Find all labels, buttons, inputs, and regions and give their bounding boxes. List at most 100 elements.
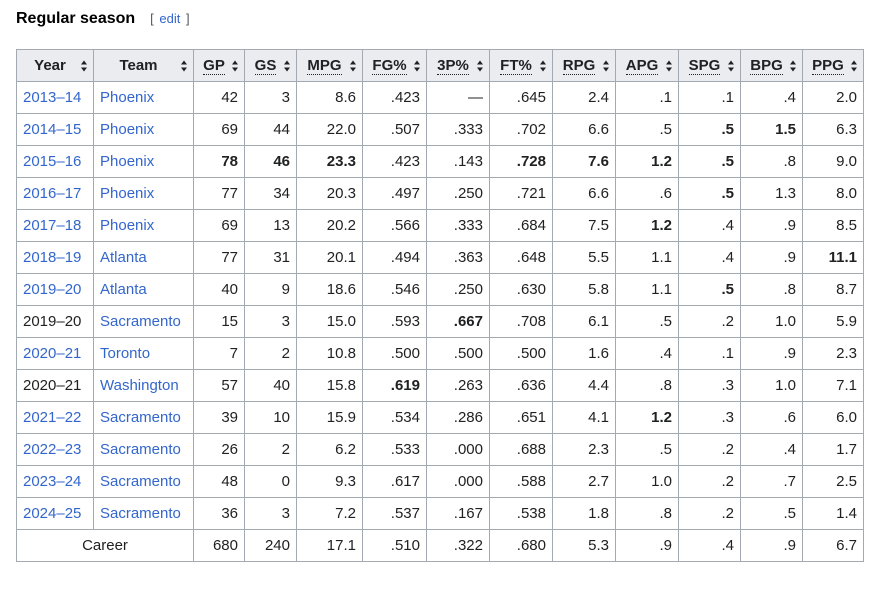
stat-cell-rpg: 2.4 [552, 81, 616, 114]
stat-cell-gs: 3 [244, 81, 297, 114]
season-year-cell[interactable]: 2024–25 [16, 497, 94, 530]
stat-cell-gs: 34 [244, 177, 297, 210]
section-title: Regular season [16, 10, 136, 27]
table-row: 2018–19 Atlanta 77 31 20.1.494.363.648 5.5 1.1… [16, 241, 864, 274]
sort-arrows-icon[interactable] [477, 60, 483, 71]
team-cell[interactable]: Phoenix [93, 113, 194, 146]
stat-cell-mpg: 18.6 [296, 273, 363, 306]
stat-cell-3p: .250 [426, 177, 490, 210]
stat-cell-bpg: .7 [740, 465, 803, 498]
stat-cell-mpg: 15.9 [296, 401, 363, 434]
stat-cell-bpg: 1.0 [740, 305, 803, 338]
season-year-cell[interactable]: 2022–23 [16, 433, 94, 466]
edit-link[interactable]: edit [159, 11, 180, 26]
team-cell[interactable]: Sacramento [93, 433, 194, 466]
column-header-year[interactable]: Year [16, 49, 94, 82]
sort-arrows-icon[interactable] [790, 60, 796, 71]
stat-cell-rpg: 2.7 [552, 465, 616, 498]
career-stat-cell-ppg: 6.7 [802, 529, 864, 562]
column-header-spg[interactable]: SPG [678, 49, 741, 82]
sort-arrows-icon[interactable] [181, 60, 187, 71]
team-cell[interactable]: Atlanta [93, 241, 194, 274]
team-cell[interactable]: Washington [93, 369, 194, 402]
stat-cell-gp: 7 [193, 337, 245, 370]
stat-cell-mpg: 20.1 [296, 241, 363, 274]
stat-cell-ft: .688 [489, 433, 553, 466]
team-cell[interactable]: Sacramento [93, 497, 194, 530]
season-year-cell[interactable]: 2015–16 [16, 145, 94, 178]
stat-cell-gp: 48 [193, 465, 245, 498]
column-header-label: RPG [562, 57, 596, 75]
sort-arrows-icon[interactable] [232, 60, 238, 71]
team-cell[interactable]: Phoenix [93, 81, 194, 114]
stat-cell-gs: 2 [244, 337, 297, 370]
season-year-cell[interactable]: 2020–21 [16, 337, 94, 370]
season-year-cell[interactable]: 2021–22 [16, 401, 94, 434]
column-header-label: MPG [307, 57, 342, 75]
sort-arrows-icon[interactable] [728, 60, 734, 71]
column-header-bpg[interactable]: BPG [740, 49, 803, 82]
team-cell[interactable]: Sacramento [93, 465, 194, 498]
stat-cell-ppg: 6.3 [802, 113, 864, 146]
season-year-cell[interactable]: 2017–18 [16, 209, 94, 242]
sort-arrows-icon[interactable] [540, 60, 546, 71]
career-stat-cell-rpg: 5.3 [552, 529, 616, 562]
table-header-row: Year Team GP GS MPG FG% 3P% FT% RPG APG SPG BPG PPG [16, 49, 864, 82]
season-year-cell[interactable]: 2014–15 [16, 113, 94, 146]
season-year-cell[interactable]: 2023–24 [16, 465, 94, 498]
career-stat-cell-bpg: .9 [740, 529, 803, 562]
stat-cell-fg: .423 [362, 81, 427, 114]
column-header-mpg[interactable]: MPG [296, 49, 363, 82]
column-header-ppg[interactable]: PPG [802, 49, 864, 82]
stat-cell-gp: 77 [193, 241, 245, 274]
team-cell[interactable]: Atlanta [93, 273, 194, 306]
stat-cell-gp: 26 [193, 433, 245, 466]
sort-arrows-icon[interactable] [666, 60, 672, 71]
column-header-gs[interactable]: GS [244, 49, 297, 82]
column-header-gp[interactable]: GP [193, 49, 245, 82]
stat-cell-bpg: .4 [740, 433, 803, 466]
table-body: 2013–14 Phoenix 42 3 8.6.423— .645 2.4.1.1.4 2.… [16, 81, 864, 562]
sort-arrows-icon[interactable] [603, 60, 609, 71]
sort-arrows-icon[interactable] [414, 60, 420, 71]
stat-cell-fg: .423 [362, 145, 427, 178]
section-heading: Regular season [ edit ] [16, 10, 190, 32]
column-header-team[interactable]: Team [93, 49, 194, 82]
career-stat-cell-mpg: 17.1 [296, 529, 363, 562]
stat-cell-apg: 1.1 [615, 273, 679, 306]
stat-cell-ppg: 7.1 [802, 369, 864, 402]
season-year-cell[interactable]: 2019–20 [16, 273, 94, 306]
stat-cell-ft: .500 [489, 337, 553, 370]
stat-cell-ft: .645 [489, 81, 553, 114]
sort-arrows-icon[interactable] [81, 60, 87, 71]
sort-arrows-icon[interactable] [350, 60, 356, 71]
season-year-cell[interactable]: 2013–14 [16, 81, 94, 114]
team-cell[interactable]: Phoenix [93, 177, 194, 210]
season-year-cell: 2019–20 [16, 305, 94, 338]
stat-cell-gs: 46 [244, 145, 297, 178]
column-header-fg[interactable]: FG% [362, 49, 427, 82]
stat-cell-apg: .1 [615, 81, 679, 114]
team-cell[interactable]: Sacramento [93, 305, 194, 338]
stat-cell-bpg: .9 [740, 337, 803, 370]
stat-cell-spg: .3 [678, 401, 741, 434]
table-row: 2022–23 Sacramento 26 2 6.2.533.000.688 2.3.5… [16, 433, 864, 466]
season-year-cell[interactable]: 2016–17 [16, 177, 94, 210]
stat-cell-apg: 1.0 [615, 465, 679, 498]
column-header-apg[interactable]: APG [615, 49, 679, 82]
stat-cell-fg: .497 [362, 177, 427, 210]
team-cell[interactable]: Toronto [93, 337, 194, 370]
team-cell[interactable]: Phoenix [93, 145, 194, 178]
sort-arrows-icon[interactable] [284, 60, 290, 71]
table-row: 2020–21 Toronto 7 2 10.8.500.500.500 1.6.4.1.… [16, 337, 864, 370]
team-cell[interactable]: Phoenix [93, 209, 194, 242]
column-header-ft[interactable]: FT% [489, 49, 553, 82]
stat-cell-ppg: 2.5 [802, 465, 864, 498]
column-header-rpg[interactable]: RPG [552, 49, 616, 82]
team-cell[interactable]: Sacramento [93, 401, 194, 434]
season-year-cell[interactable]: 2018–19 [16, 241, 94, 274]
stat-cell-spg: .5 [678, 273, 741, 306]
column-header-3p[interactable]: 3P% [426, 49, 490, 82]
table-row: 2014–15 Phoenix 69 44 22.0.507.333.702 6.6.5.… [16, 113, 864, 146]
sort-arrows-icon[interactable] [851, 60, 857, 71]
